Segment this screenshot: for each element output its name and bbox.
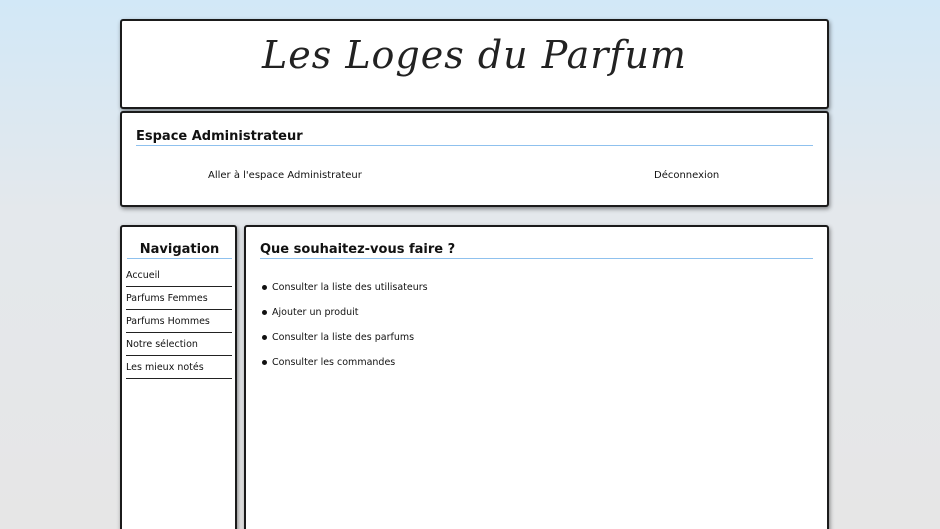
- main-content-title: Que souhaitez-vous faire ?: [260, 242, 813, 259]
- bullet-icon: [262, 285, 267, 290]
- nav-link-accueil[interactable]: Accueil: [126, 270, 160, 281]
- bullet-icon: [262, 360, 267, 365]
- action-link-list-perfumes[interactable]: Consulter la liste des parfums: [272, 332, 414, 343]
- action-link-orders[interactable]: Consulter les commandes: [272, 357, 395, 368]
- nav-link-mieux-notes[interactable]: Les mieux notés: [126, 362, 204, 373]
- action-link-list-users[interactable]: Consulter la liste des utilisateurs: [272, 282, 428, 293]
- admin-space-link[interactable]: Aller à l'espace Administrateur: [208, 170, 362, 181]
- nav-item-mieux-notes: Les mieux notés: [126, 357, 232, 379]
- nav-item-parfums-femmes: Parfums Femmes: [126, 288, 232, 310]
- navigation-panel: Navigation Accueil Parfums Femmes Parfum…: [120, 225, 237, 529]
- logout-link[interactable]: Déconnexion: [654, 170, 719, 181]
- nav-item-parfums-hommes: Parfums Hommes: [126, 311, 232, 333]
- main-content-panel: Que souhaitez-vous faire ? Consulter la …: [244, 225, 829, 529]
- site-title: Les Loges du Parfum: [262, 33, 687, 77]
- nav-item-notre-selection: Notre sélection: [126, 334, 232, 356]
- nav-item-accueil: Accueil: [126, 265, 232, 287]
- bullet-icon: [262, 310, 267, 315]
- site-header: Les Loges du Parfum: [120, 19, 829, 109]
- admin-panel-title: Espace Administrateur: [136, 129, 813, 146]
- navigation-title: Navigation: [127, 242, 232, 259]
- admin-panel: Espace Administrateur Aller à l'espace A…: [120, 111, 829, 207]
- bullet-icon: [262, 335, 267, 340]
- nav-link-parfums-hommes[interactable]: Parfums Hommes: [126, 316, 210, 327]
- navigation-list: Accueil Parfums Femmes Parfums Hommes No…: [126, 265, 232, 380]
- nav-link-parfums-femmes[interactable]: Parfums Femmes: [126, 293, 208, 304]
- action-link-add-product[interactable]: Ajouter un produit: [272, 307, 358, 318]
- nav-link-notre-selection[interactable]: Notre sélection: [126, 339, 198, 350]
